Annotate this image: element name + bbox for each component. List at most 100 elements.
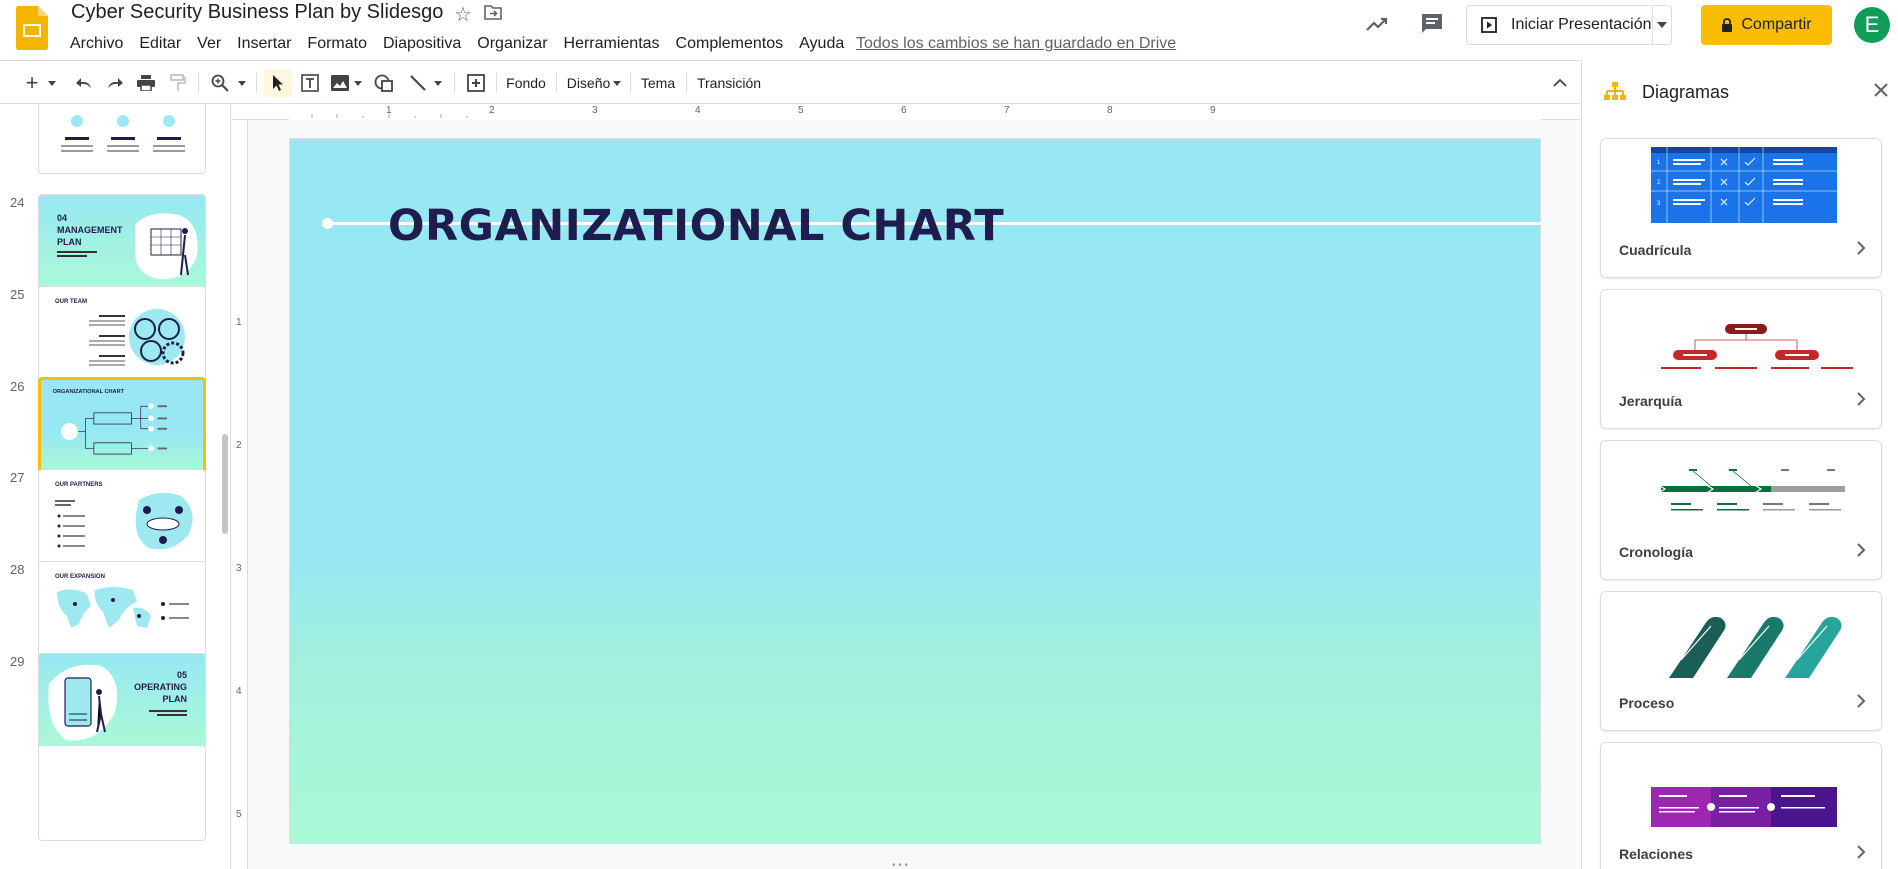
text-box-icon[interactable] — [298, 71, 322, 95]
slide-thumbnail-28[interactable]: OUR EXPANSION — [38, 561, 206, 657]
svg-text:04: 04 — [57, 213, 67, 223]
theme-button[interactable]: Tema — [638, 71, 678, 95]
slides-logo-icon[interactable] — [16, 6, 48, 50]
slide-thumbnail-25[interactable]: OUR TEAM — [38, 286, 206, 382]
slide-thumbnail-24[interactable]: 04 MANAGEMENT PLAN — [38, 194, 206, 290]
select-tool-icon[interactable] — [264, 69, 292, 97]
close-icon[interactable] — [1873, 82, 1889, 98]
filmstrip-scrollbar[interactable] — [222, 434, 228, 534]
diagrams-panel: Diagramas 1 2 3 Cuadrícula Jerarquía Cro… — [1581, 60, 1898, 869]
ruler-mark: 5 — [798, 105, 804, 116]
line-dropdown[interactable] — [432, 71, 444, 95]
current-slide[interactable]: ORGANIZATIONAL CHART — [289, 138, 1542, 844]
chevron-right-icon — [1857, 392, 1866, 406]
ruler-mark: 6 — [901, 105, 907, 116]
svg-text:05: 05 — [177, 670, 187, 680]
svg-text:PLAN: PLAN — [57, 237, 82, 247]
zoom-icon[interactable] — [208, 71, 232, 95]
diagram-card-hierarchy[interactable]: Jerarquía — [1600, 289, 1882, 429]
background-button[interactable]: Fondo — [504, 71, 548, 95]
diagram-card-label: Jerarquía — [1619, 393, 1683, 409]
present-label: Iniciar Presentación — [1511, 16, 1652, 33]
process-diagram-preview — [1669, 616, 1842, 678]
shape-icon[interactable] — [372, 71, 396, 95]
ruler-mark: 1 — [386, 105, 392, 116]
share-button[interactable]: Compartir — [1701, 5, 1832, 45]
document-title[interactable]: Cyber Security Business Plan by Slidesgo — [71, 1, 443, 24]
line-icon[interactable] — [406, 71, 430, 95]
menu-ver[interactable]: Ver — [189, 33, 229, 55]
horizontal-ruler[interactable]: 1 2 3 4 5 6 7 8 9 — [232, 104, 1580, 120]
zoom-dropdown[interactable] — [236, 71, 248, 95]
menu-insertar[interactable]: Insertar — [229, 33, 299, 55]
menu-archivo[interactable]: Archivo — [62, 33, 131, 55]
svg-text:OPERATING: OPERATING — [134, 682, 187, 692]
collapse-toolbar-icon[interactable] — [1548, 71, 1572, 95]
chevron-right-icon — [1857, 241, 1866, 255]
diagram-card-process[interactable]: Proceso — [1600, 591, 1882, 731]
slide-thumbnail-29[interactable]: 05 OPERATING PLAN — [38, 653, 206, 749]
new-slide-layout-dropdown[interactable] — [46, 71, 58, 95]
undo-icon[interactable] — [72, 71, 96, 95]
menu-ayuda[interactable]: Ayuda — [791, 33, 852, 55]
menu-formato[interactable]: Formato — [299, 33, 375, 55]
chevron-right-icon — [1857, 543, 1866, 557]
svg-text:OUR EXPANSION: OUR EXPANSION — [55, 574, 105, 580]
slide-thumbnail-27[interactable]: OUR PARTNERS — [38, 469, 206, 565]
chevron-down-icon — [1656, 22, 1667, 28]
saved-status-link[interactable]: Todos los cambios se han guardado en Dri… — [856, 33, 1176, 55]
slide-thumbnail-26-selected[interactable]: ORGANIZATIONAL CHART — [38, 377, 206, 473]
diagram-card-relations[interactable]: Relaciones — [1600, 742, 1882, 869]
ruler-mark: 4 — [236, 686, 242, 697]
chevron-down-icon — [613, 80, 622, 86]
menu-herramientas[interactable]: Herramientas — [556, 33, 668, 55]
chevron-right-icon — [1857, 845, 1866, 859]
slide-thumbnail-30[interactable] — [38, 745, 206, 841]
ruler-mark: 8 — [1107, 105, 1113, 116]
speaker-notes-resize-handle[interactable]: • • • — [892, 860, 908, 869]
layout-button[interactable]: Diseño — [566, 71, 622, 95]
title-decoration-dot[interactable] — [322, 218, 333, 229]
diagram-card-label: Proceso — [1619, 695, 1675, 711]
vertical-ruler[interactable]: 1 2 3 4 5 — [232, 120, 248, 869]
redo-icon[interactable] — [103, 71, 127, 95]
menu-complementos[interactable]: Complementos — [668, 33, 792, 55]
menu-organizar[interactable]: Organizar — [469, 33, 555, 55]
hierarchy-diagram-preview — [1661, 324, 1853, 369]
timeline-diagram-preview — [1656, 469, 1845, 511]
paint-format-icon[interactable] — [166, 71, 190, 95]
transition-label: Transición — [696, 75, 762, 91]
image-dropdown[interactable] — [352, 71, 364, 95]
layout-label: Diseño — [566, 75, 611, 91]
insert-comment-icon[interactable] — [464, 71, 488, 95]
ruler-mark: 4 — [695, 105, 701, 116]
comments-icon[interactable] — [1420, 12, 1444, 36]
chevron-down-icon — [434, 80, 442, 86]
star-icon[interactable]: ☆ — [454, 2, 472, 27]
slide-thumbnail-23[interactable] — [38, 104, 206, 174]
menu-bar: Archivo Editar Ver Insertar Formato Diap… — [62, 33, 852, 55]
chevron-right-icon — [1857, 694, 1866, 708]
slide-title[interactable]: ORGANIZATIONAL CHART — [388, 201, 1004, 251]
chevron-down-icon — [354, 80, 362, 86]
present-options-dropdown[interactable] — [1653, 22, 1671, 28]
menu-editar[interactable]: Editar — [131, 33, 189, 55]
ruler-mark: 3 — [592, 105, 598, 116]
menu-diapositiva[interactable]: Diapositiva — [375, 33, 469, 55]
transition-button[interactable]: Transición — [694, 71, 764, 95]
slide-number: 29 — [10, 654, 25, 669]
diagram-card-grid[interactable]: 1 2 3 Cuadrícula — [1600, 138, 1882, 278]
move-to-folder-icon[interactable] — [484, 4, 502, 20]
diagram-card-label: Cuadrícula — [1619, 242, 1692, 258]
diagram-card-timeline[interactable]: Cronología — [1600, 440, 1882, 580]
svg-text:OUR PARTNERS: OUR PARTNERS — [55, 482, 103, 488]
image-icon[interactable] — [328, 71, 352, 95]
present-button[interactable]: Iniciar Presentación — [1467, 6, 1653, 44]
ruler-mark: 1 — [236, 317, 242, 328]
print-icon[interactable] — [134, 71, 158, 95]
account-avatar[interactable]: E — [1854, 7, 1890, 43]
activity-trend-icon[interactable] — [1365, 12, 1389, 36]
slide-number: 28 — [10, 562, 25, 577]
present-icon — [1481, 17, 1497, 33]
new-slide-plus-icon[interactable]: + — [22, 70, 42, 95]
